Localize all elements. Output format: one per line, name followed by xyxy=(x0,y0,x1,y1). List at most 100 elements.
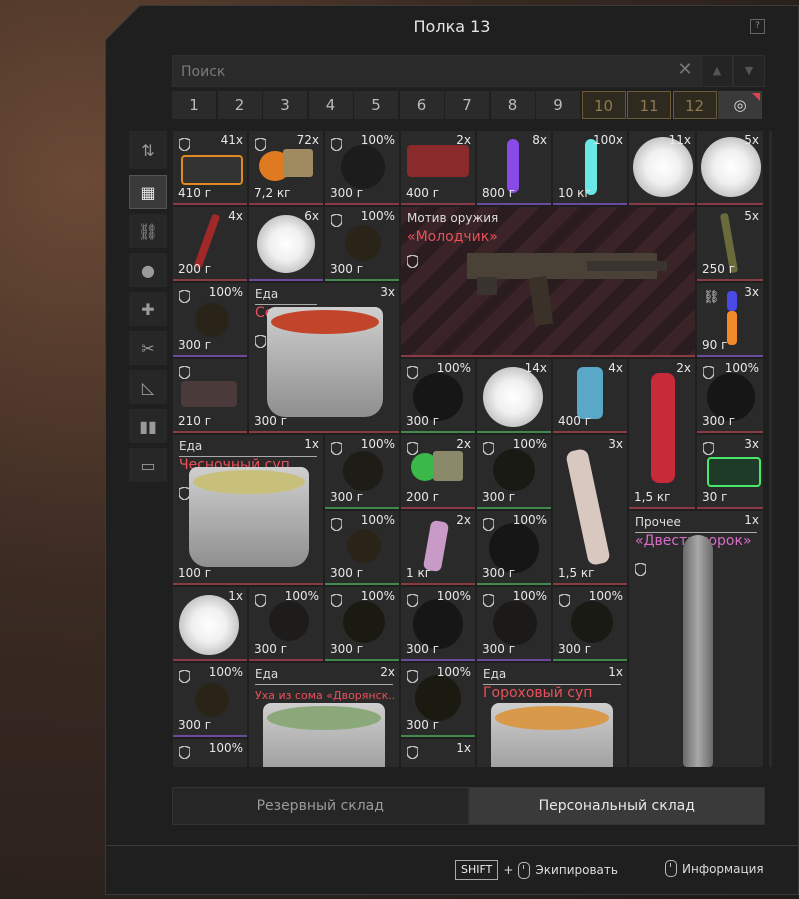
item-cell[interactable]: 41x 410 г xyxy=(173,131,247,205)
artifact-image xyxy=(571,601,613,643)
item-count: 11x xyxy=(668,133,691,147)
item-cell[interactable]: 100% 300 г xyxy=(325,131,399,205)
shield-icon xyxy=(559,594,570,607)
item-cell[interactable]: 100% 300 г xyxy=(401,587,475,661)
food-cell[interactable]: Еда Чесночный суп 1x 100 г xyxy=(173,435,323,585)
help-button[interactable]: ? xyxy=(750,19,765,34)
dark-artifact-image xyxy=(341,145,385,189)
item-cell[interactable]: 100% 300 г xyxy=(325,587,399,661)
item-cell[interactable]: 72x 7,2 кг xyxy=(249,131,323,205)
item-cell[interactable]: 4x 400 г xyxy=(553,359,627,433)
item-cell[interactable]: 100x 10 кг xyxy=(553,131,627,205)
item-cell[interactable]: 5x xyxy=(697,131,763,205)
search-box[interactable]: ✕ xyxy=(172,55,702,88)
item-cell[interactable]: 3x 1,5 кг xyxy=(553,435,627,585)
item-cell[interactable]: 6x xyxy=(249,207,323,281)
page-tab-9[interactable]: 9 xyxy=(536,91,580,119)
page-tab-10[interactable]: 10 xyxy=(581,91,626,119)
misc-item-cell[interactable]: Прочее «Двести сорок» 1x xyxy=(629,511,763,767)
item-cell[interactable]: 2x 1,5 кг xyxy=(629,359,695,509)
item-cell[interactable]: 2x 200 г xyxy=(401,435,475,509)
page-tab-1[interactable]: 1 xyxy=(172,91,216,119)
item-cell[interactable]: 100% 300 г xyxy=(697,359,763,433)
page-tab-2[interactable]: 2 xyxy=(217,91,262,119)
page-tab-5[interactable]: 5 xyxy=(354,91,398,119)
page-tab-special[interactable]: ◎ xyxy=(718,91,762,119)
page-tab-8[interactable]: 8 xyxy=(490,91,535,119)
grid-scrollbar[interactable] xyxy=(769,131,772,767)
item-cell[interactable]: 1x xyxy=(173,587,247,661)
item-cell[interactable]: 100% xyxy=(173,739,247,767)
item-cell[interactable]: 100% 300 г xyxy=(477,511,551,585)
flare-image xyxy=(193,213,221,269)
sort-button[interactable]: ⇅ xyxy=(129,131,167,169)
info-hint: Информация xyxy=(665,860,764,877)
item-cell[interactable]: 100% 300 г xyxy=(325,207,399,281)
item-weight: 300 г xyxy=(702,414,736,428)
item-cell[interactable]: 100% 300 г xyxy=(401,359,475,433)
item-cell[interactable]: 100% 300 г xyxy=(325,435,399,509)
item-count: 100% xyxy=(724,361,759,375)
category-blueprints[interactable]: ◺ xyxy=(129,370,167,404)
item-cell[interactable]: ⛓ 3x 90 г xyxy=(697,283,763,357)
item-cell[interactable]: 11x xyxy=(629,131,695,205)
category-armor[interactable]: ▮▮ xyxy=(129,409,167,443)
smg-weapon-image xyxy=(467,253,667,327)
item-cell[interactable]: 100% 300 г xyxy=(325,511,399,585)
page-tab-3[interactable]: 3 xyxy=(263,91,307,119)
item-weight: 300 г xyxy=(406,414,440,428)
item-count: 2x xyxy=(380,665,395,679)
category-medicine[interactable]: ✚ xyxy=(129,292,167,326)
item-cell[interactable]: 100% 300 г xyxy=(249,587,323,661)
page-tab-12[interactable]: 12 xyxy=(672,91,717,119)
category-attachments[interactable]: ⛓ xyxy=(129,214,167,248)
page-tab-7[interactable]: 7 xyxy=(445,91,489,119)
item-cell[interactable]: 2x 1 кг xyxy=(401,511,475,585)
item-name: Уха из сома «Дворянск.. xyxy=(255,689,396,702)
shield-icon xyxy=(407,366,418,379)
category-other[interactable]: ▭ xyxy=(129,448,167,482)
category-artifacts[interactable]: ● xyxy=(129,253,167,287)
weapon-blueprint-cell[interactable]: Мотив оружия «Молодчик» xyxy=(401,207,695,357)
page-tab-4[interactable]: 4 xyxy=(308,91,353,119)
item-cell[interactable]: 100% 300 г xyxy=(401,663,475,737)
item-cell[interactable]: 2x 400 г xyxy=(401,131,475,205)
item-count: 100% xyxy=(360,589,395,603)
item-cell[interactable]: 8x 800 г xyxy=(477,131,551,205)
clear-icon[interactable]: ✕ xyxy=(677,61,693,79)
food-cell[interactable]: Еда Уха из сома «Дворянск.. 2x xyxy=(249,663,399,767)
food-cell[interactable]: Еда Солянка 3x 300 г xyxy=(249,283,399,433)
item-cell[interactable]: 3x 30 г xyxy=(697,435,763,509)
item-count: 100% xyxy=(208,741,243,755)
item-weight: 200 г xyxy=(406,490,440,504)
item-cell[interactable]: 100% 300 г xyxy=(477,435,551,509)
scroll-up-button[interactable]: ▲ xyxy=(701,55,733,87)
search-input[interactable] xyxy=(179,56,673,88)
item-weight: 1 кг xyxy=(406,566,432,580)
scroll-down-button[interactable]: ▼ xyxy=(733,55,765,87)
item-cell[interactable]: 100% 300 г xyxy=(173,283,247,357)
item-cell[interactable]: 210 г xyxy=(173,359,247,433)
tab-reserve-storage[interactable]: Резервный склад xyxy=(172,787,469,825)
mouse-icon xyxy=(665,860,677,877)
tab-personal-storage[interactable]: Персональный склад xyxy=(468,787,765,825)
item-cell[interactable]: 4x 200 г xyxy=(173,207,247,281)
item-weight: 800 г xyxy=(482,186,516,200)
item-cell[interactable]: 100% 300 г xyxy=(173,663,247,737)
item-cell[interactable]: 14x xyxy=(477,359,551,433)
page-tab-11[interactable]: 11 xyxy=(627,91,671,119)
item-cell[interactable]: 100% 300 г xyxy=(553,587,627,661)
item-cell[interactable]: 5x 250 г xyxy=(697,207,763,281)
item-count: 100% xyxy=(360,437,395,451)
item-cell[interactable]: 1x xyxy=(401,739,475,767)
shield-icon xyxy=(331,518,342,531)
page-tab-6[interactable]: 6 xyxy=(399,91,444,119)
category-tools[interactable]: ✂ xyxy=(129,331,167,365)
item-cell[interactable]: 100% 300 г xyxy=(477,587,551,661)
shield-icon xyxy=(255,335,266,348)
shield-icon xyxy=(331,138,342,151)
category-all[interactable]: ▦ xyxy=(129,175,167,209)
item-weight: 300 г xyxy=(254,414,288,428)
ball-icon: ● xyxy=(141,260,155,280)
food-cell[interactable]: Еда Гороховый суп 1x xyxy=(477,663,627,767)
